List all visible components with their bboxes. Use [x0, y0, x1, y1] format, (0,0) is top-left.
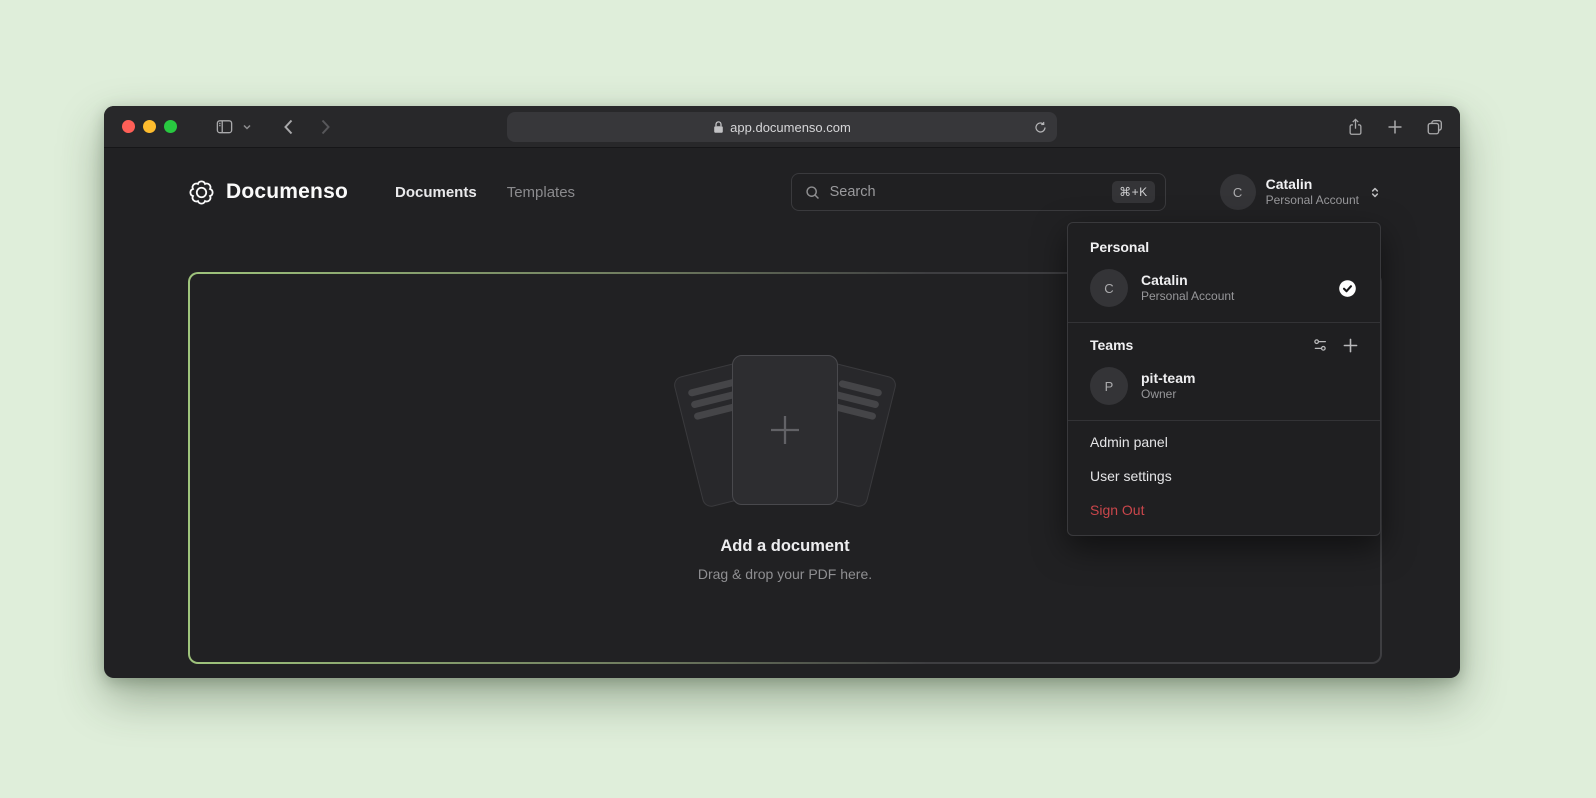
account-name: Catalin — [1141, 271, 1234, 289]
documenso-logo-icon — [188, 179, 215, 206]
reload-icon[interactable] — [1033, 120, 1048, 135]
account-dropdown: Personal C Catalin Personal Account Team… — [1067, 222, 1381, 536]
address-bar[interactable]: app.documenso.com — [507, 112, 1057, 142]
document-card-center — [732, 355, 838, 505]
search-icon — [804, 184, 821, 201]
sidebar-toggle-icon[interactable] — [215, 117, 234, 136]
add-document-plus-icon — [769, 414, 801, 446]
menu-item-admin-panel[interactable]: Admin panel — [1068, 425, 1380, 459]
dropzone-subtitle: Drag & drop your PDF here. — [698, 566, 872, 582]
search-shortcut-badge: ⌘+K — [1112, 181, 1155, 203]
account-menu-trigger[interactable]: C Catalin Personal Account — [1220, 174, 1382, 210]
menu-item-sign-out[interactable]: Sign Out — [1068, 493, 1380, 527]
add-team-icon[interactable] — [1343, 338, 1358, 353]
browser-toolbar: app.documenso.com — [104, 106, 1460, 148]
chevron-down-icon[interactable] — [242, 122, 252, 132]
forward-icon — [319, 118, 332, 136]
chevrons-up-down-icon — [1368, 185, 1382, 200]
minimize-icon[interactable] — [143, 120, 156, 133]
team-name: pit-team — [1141, 369, 1195, 387]
account-subtitle: Personal Account — [1266, 193, 1359, 208]
document-cards-illustration — [677, 355, 893, 507]
teams-section-label: Teams — [1068, 327, 1380, 362]
divider — [1068, 420, 1380, 421]
team-item[interactable]: P pit-team Owner — [1068, 362, 1380, 418]
traffic-lights — [122, 120, 177, 133]
avatar: P — [1090, 367, 1128, 405]
tab-overview-icon[interactable] — [1426, 118, 1444, 136]
main-nav: Documents Templates — [395, 184, 575, 201]
brand[interactable]: Documenso — [188, 179, 348, 206]
nav-documents[interactable]: Documents — [395, 184, 477, 201]
search-input[interactable] — [830, 184, 1112, 200]
avatar: C — [1220, 174, 1256, 210]
close-icon[interactable] — [122, 120, 135, 133]
zoom-icon[interactable] — [164, 120, 177, 133]
browser-window: app.documenso.com — [104, 106, 1460, 678]
lock-icon — [713, 121, 724, 134]
page: { "colors": { "page_bg": "#dfeeda", "win… — [0, 0, 1596, 798]
team-preferences-icon[interactable] — [1312, 337, 1328, 353]
url-text: app.documenso.com — [730, 120, 851, 135]
account-name: Catalin — [1266, 176, 1359, 194]
divider — [1068, 322, 1380, 323]
nav-templates[interactable]: Templates — [507, 184, 575, 201]
check-circle-icon — [1337, 278, 1358, 299]
personal-account-item[interactable]: C Catalin Personal Account — [1068, 264, 1380, 320]
avatar: C — [1090, 269, 1128, 307]
new-tab-icon[interactable] — [1387, 119, 1403, 135]
share-icon[interactable] — [1347, 117, 1364, 137]
personal-section-label: Personal — [1068, 229, 1380, 264]
app-header: Documenso Documents Templates ⌘+K C Cata… — [188, 164, 1382, 220]
menu-item-user-settings[interactable]: User settings — [1068, 459, 1380, 493]
search-bar[interactable]: ⌘+K — [791, 173, 1166, 211]
team-role: Owner — [1141, 387, 1195, 403]
back-icon[interactable] — [282, 118, 295, 136]
account-subtitle: Personal Account — [1141, 289, 1234, 305]
dropzone-title: Add a document — [720, 537, 849, 556]
brand-name: Documenso — [226, 180, 348, 204]
